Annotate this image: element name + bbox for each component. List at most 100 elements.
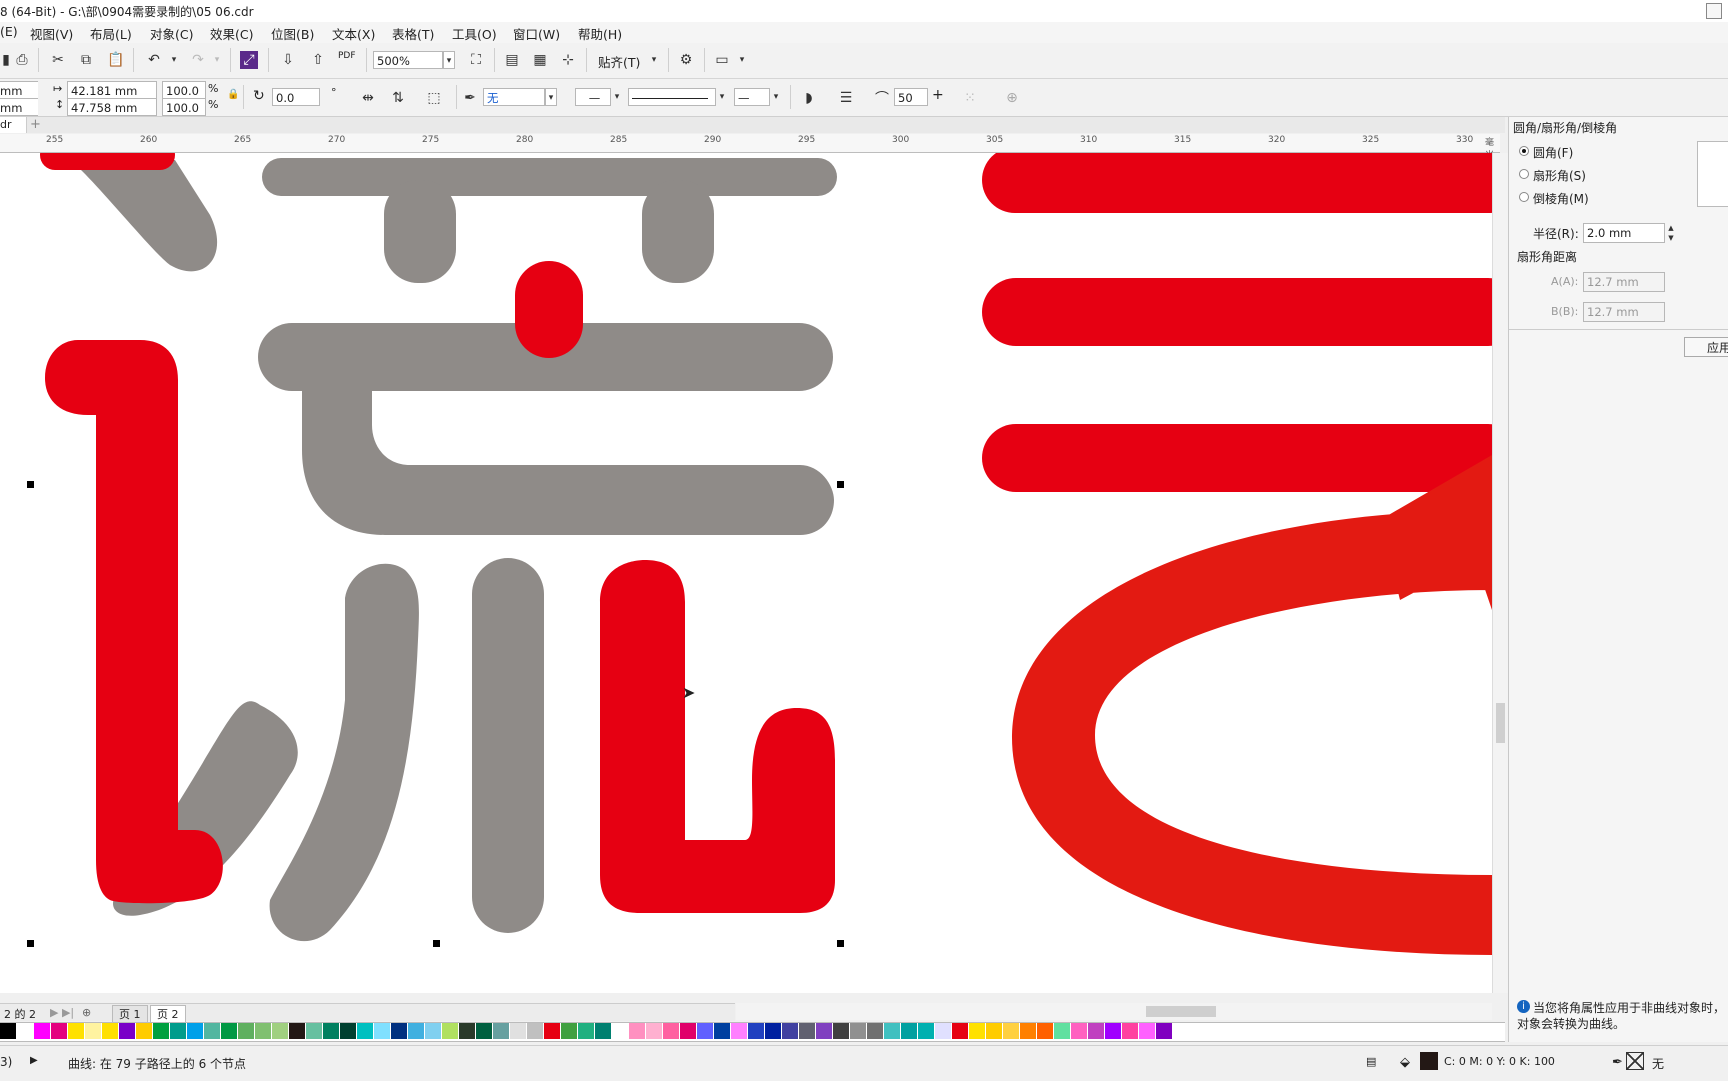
palette-swatch[interactable] — [374, 1023, 391, 1039]
scallop-radio[interactable] — [1519, 169, 1529, 179]
palette-swatch[interactable] — [391, 1023, 408, 1039]
export-icon[interactable]: ⇧ — [306, 48, 330, 72]
palette-swatch[interactable] — [1105, 1023, 1122, 1039]
palette-swatch[interactable] — [306, 1023, 323, 1039]
palette-swatch[interactable] — [1003, 1023, 1020, 1039]
palette-swatch[interactable] — [493, 1023, 510, 1039]
palette-swatch[interactable] — [833, 1023, 850, 1039]
palette-swatch[interactable] — [799, 1023, 816, 1039]
palette-swatch[interactable] — [850, 1023, 867, 1039]
palette-swatch[interactable] — [782, 1023, 799, 1039]
menu-bitmaps[interactable]: 位图(B) — [271, 24, 314, 43]
palette-swatch[interactable] — [918, 1023, 935, 1039]
object-width-field[interactable]: 42.181 mm — [67, 81, 157, 99]
palette-swatch[interactable] — [816, 1023, 833, 1039]
line-end-select[interactable]: — — [734, 88, 770, 106]
palette-swatch[interactable] — [357, 1023, 374, 1039]
palette-swatch[interactable] — [17, 1023, 34, 1039]
application-launcher-icon[interactable]: ▭ — [710, 48, 734, 72]
rotation-angle-field[interactable]: 0.0 — [272, 88, 320, 106]
palette-swatch[interactable] — [629, 1023, 646, 1039]
palette-swatch[interactable] — [425, 1023, 442, 1039]
expand-arrow-icon[interactable]: ▶ — [30, 1055, 38, 1066]
distance-a-field[interactable]: 12.7 mm — [1583, 272, 1665, 292]
palette-swatch[interactable] — [884, 1023, 901, 1039]
zoom-dropdown-icon[interactable]: ▾ — [443, 51, 455, 69]
page-tab-1[interactable]: 页 1 — [112, 1005, 148, 1023]
palette-swatch[interactable] — [765, 1023, 782, 1039]
palette-swatch[interactable] — [272, 1023, 289, 1039]
palette-swatch[interactable] — [1054, 1023, 1071, 1039]
palette-swatch[interactable] — [578, 1023, 595, 1039]
new-tab-icon[interactable]: + — [30, 117, 41, 133]
palette-swatch[interactable] — [289, 1023, 306, 1039]
palette-swatch[interactable] — [646, 1023, 663, 1039]
palette-swatch[interactable] — [663, 1023, 680, 1039]
undo-icon[interactable]: ↶ — [142, 48, 166, 72]
selection-handle[interactable] — [837, 481, 844, 488]
scallop-label[interactable]: 扇形角(S) — [1533, 167, 1586, 184]
menu-effects[interactable]: 效果(C) — [210, 24, 253, 43]
vertical-scroll-thumb[interactable] — [1496, 703, 1505, 743]
palette-swatch[interactable] — [544, 1023, 561, 1039]
import-icon[interactable]: ⇩ — [276, 48, 300, 72]
document-tab[interactable]: dr — [0, 117, 27, 133]
palette-swatch[interactable] — [323, 1023, 340, 1039]
smoothing-plus-icon[interactable]: + — [932, 87, 944, 103]
palette-swatch[interactable] — [680, 1023, 697, 1039]
palette-swatch[interactable] — [867, 1023, 884, 1039]
snap-dropdown-icon[interactable]: ▾ — [648, 51, 660, 69]
horizontal-ruler[interactable]: 255 260 265 270 275 280 285 290 295 300 … — [0, 134, 1500, 161]
palette-swatch[interactable] — [187, 1023, 204, 1039]
menu-object[interactable]: 对象(C) — [150, 24, 193, 43]
palette-swatch[interactable] — [748, 1023, 765, 1039]
show-grid-icon[interactable]: ▦ — [528, 48, 552, 72]
menu-table[interactable]: 表格(T) — [392, 24, 434, 43]
menu-edit[interactable]: (E) — [0, 24, 18, 39]
palette-swatch[interactable] — [119, 1023, 136, 1039]
palette-swatch[interactable] — [986, 1023, 1003, 1039]
palette-swatch[interactable] — [442, 1023, 459, 1039]
palette-swatch[interactable] — [612, 1023, 629, 1039]
drawing-canvas[interactable]: ➤ — [0, 153, 1492, 993]
publish-pdf-icon[interactable]: PDF — [338, 51, 356, 61]
launcher-dropdown-icon[interactable]: ▾ — [736, 51, 748, 69]
show-guidelines-icon[interactable]: ⊹ — [556, 48, 580, 72]
palette-swatch[interactable] — [1139, 1023, 1156, 1039]
palette-swatch[interactable] — [170, 1023, 187, 1039]
selection-handle[interactable] — [27, 481, 34, 488]
line-end-dropdown-icon[interactable]: ▾ — [770, 88, 782, 106]
copy-icon[interactable]: ⧉ — [74, 48, 98, 72]
menu-layout[interactable]: 布局(L) — [90, 24, 132, 43]
palette-swatch[interactable] — [153, 1023, 170, 1039]
next-page-icon[interactable]: ▶ ▶| — [50, 1006, 74, 1019]
palette-swatch[interactable] — [459, 1023, 476, 1039]
palette-swatch[interactable] — [969, 1023, 986, 1039]
palette-swatch[interactable] — [714, 1023, 731, 1039]
convert-to-curves-icon[interactable]: ⬚ — [422, 86, 446, 110]
apply-button[interactable]: 应用 — [1684, 337, 1728, 357]
horizontal-scroll-thumb[interactable] — [1146, 1006, 1216, 1017]
palette-swatch[interactable] — [340, 1023, 357, 1039]
paste-icon[interactable]: 📋 — [104, 48, 128, 72]
curve-smoothing-icon[interactable]: ⌒ — [870, 86, 894, 110]
menu-view[interactable]: 视图(V) — [30, 24, 73, 43]
round-corner-label[interactable]: 圆角(F) — [1533, 144, 1573, 161]
redo-dropdown-icon[interactable]: ▾ — [211, 51, 223, 69]
palette-swatch[interactable] — [476, 1023, 493, 1039]
distance-b-field[interactable]: 12.7 mm — [1583, 302, 1665, 322]
palette-swatch[interactable] — [510, 1023, 527, 1039]
palette-swatch[interactable] — [1156, 1023, 1173, 1039]
close-curve-icon[interactable]: ◗ — [797, 86, 821, 110]
window-menu-icon[interactable] — [1706, 3, 1722, 19]
palette-swatch[interactable] — [221, 1023, 238, 1039]
palette-swatch[interactable] — [51, 1023, 68, 1039]
selection-handle[interactable] — [433, 940, 440, 947]
menu-window[interactable]: 窗口(W) — [513, 24, 560, 43]
palette-swatch[interactable] — [697, 1023, 714, 1039]
palette-swatch[interactable] — [408, 1023, 425, 1039]
palette-swatch[interactable] — [595, 1023, 612, 1039]
menu-tools[interactable]: 工具(O) — [452, 24, 497, 43]
print-icon[interactable]: ⎙ — [10, 48, 34, 72]
extract-subpath-icon[interactable]: ⁙ — [958, 86, 982, 110]
